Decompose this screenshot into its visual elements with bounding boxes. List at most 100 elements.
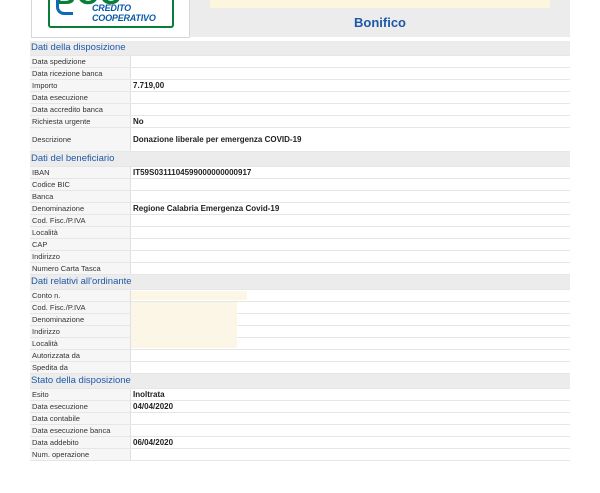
disposition-document: Dati della disposizione Data spedizione … — [30, 41, 570, 461]
field-label: Data esecuzione — [30, 92, 131, 103]
field-value: Donazione liberale per emergenza COVID-1… — [133, 135, 302, 144]
field-label: Data ricezione banca — [30, 68, 131, 79]
logo-mark-icon — [56, 0, 73, 15]
field-label: Data accredito banca — [30, 104, 131, 115]
section-title: Dati del beneficiario — [30, 152, 570, 167]
field-label: Richiesta urgente — [30, 116, 131, 127]
field-value — [131, 92, 570, 103]
field-value: 06/04/2020 — [133, 438, 174, 447]
table-row: Descrizione Donazione liberale per emerge… — [30, 128, 570, 152]
field-label: Indirizzo — [30, 251, 131, 262]
field-value — [131, 413, 570, 424]
table-row: IBAN IT59S0311104599000000000917 — [30, 167, 570, 179]
table-row: Importo 7.719,00 — [30, 80, 570, 92]
table-row: Autorizzata da — [30, 350, 570, 362]
section-title: Stato della disposizione — [30, 374, 570, 389]
field-value — [131, 104, 570, 115]
field-value — [131, 449, 570, 460]
table-row: Indirizzo — [30, 326, 570, 338]
field-label: Cod. Fisc./P.IVA — [30, 215, 131, 226]
field-value: Inoltrata — [133, 390, 165, 399]
table-row: Data addebito 06/04/2020 — [30, 437, 570, 449]
table-row: Località — [30, 227, 570, 239]
field-label: Località — [30, 338, 131, 349]
logo-frame: BCC CREDITO COOPERATIVO — [48, 0, 174, 28]
field-label: Numero Carta Tasca — [30, 263, 131, 274]
section-title: Dati relativi all'ordinante — [30, 275, 570, 290]
field-label: CAP — [30, 239, 131, 250]
field-label: Esito — [30, 389, 131, 400]
field-value — [131, 314, 570, 326]
page-header: Bonifico — [190, 0, 570, 37]
field-label: Data esecuzione — [30, 401, 131, 412]
redaction-mask — [131, 314, 237, 326]
table-row: Data ricezione banca — [30, 68, 570, 80]
field-value: No — [133, 117, 144, 126]
table-row: CAP — [30, 239, 570, 251]
field-value: Regione Calabria Emergenza Covid-19 — [133, 204, 280, 213]
field-value — [131, 362, 570, 373]
field-label: Cod. Fisc./P.IVA — [30, 302, 131, 313]
field-value — [131, 227, 570, 238]
field-value: 04/04/2020 — [133, 402, 174, 411]
field-label: Spedita da — [30, 362, 131, 373]
field-value — [131, 239, 570, 250]
table-row: Banca — [30, 191, 570, 203]
table-row: Cod. Fisc./P.IVA — [30, 215, 570, 227]
table-row: Data spedizione — [30, 56, 570, 68]
table-row: Data esecuzione — [30, 92, 570, 104]
page-title: Bonifico — [354, 15, 406, 30]
field-value — [131, 251, 570, 262]
field-label: Data addebito — [30, 437, 131, 448]
table-row: Conto n. — [30, 290, 570, 302]
field-label: Data esecuzione banca — [30, 425, 131, 436]
table-row: Spedita da — [30, 362, 570, 374]
table-row: Codice BIC — [30, 179, 570, 191]
table-row: Data esecuzione banca — [30, 425, 570, 437]
field-label: Autorizzata da — [30, 350, 131, 361]
field-value — [131, 290, 570, 301]
table-row: Data contabile — [30, 413, 570, 425]
redaction-mask — [131, 326, 237, 338]
field-value: 7.719,00 — [133, 81, 165, 90]
field-label: Denominazione — [30, 314, 131, 325]
redaction-mask — [131, 291, 247, 300]
header-redaction — [210, 0, 550, 8]
field-value — [131, 56, 570, 67]
table-row: Numero Carta Tasca — [30, 263, 570, 275]
table-row: Richiesta urgente No — [30, 116, 570, 128]
section-title: Dati della disposizione — [30, 41, 570, 56]
field-value — [131, 350, 570, 361]
field-value — [131, 191, 570, 202]
field-label: Data contabile — [30, 413, 131, 424]
field-value — [131, 263, 570, 274]
field-label: IBAN — [30, 167, 131, 178]
redaction-mask — [131, 338, 237, 348]
table-row: Num. operazione — [30, 449, 570, 461]
field-value — [131, 302, 570, 314]
field-label: Importo — [30, 80, 131, 91]
field-value — [131, 179, 570, 190]
field-label: Codice BIC — [30, 179, 131, 190]
field-value — [131, 425, 570, 436]
field-label: Num. operazione — [30, 449, 131, 460]
bcc-logo: BCC CREDITO COOPERATIVO — [31, 0, 190, 38]
field-label: Denominazione — [30, 203, 131, 214]
field-label: Descrizione — [30, 128, 131, 151]
logo-text: CREDITO COOPERATIVO — [92, 3, 156, 23]
field-label: Data spedizione — [30, 56, 131, 67]
table-row: Denominazione — [30, 314, 570, 326]
field-value — [131, 68, 570, 79]
field-value — [131, 338, 570, 349]
field-value — [131, 215, 570, 226]
table-row: Cod. Fisc./P.IVA — [30, 302, 570, 314]
field-label: Indirizzo — [30, 326, 131, 337]
table-row: Indirizzo — [30, 251, 570, 263]
field-value — [131, 326, 570, 338]
field-label: Conto n. — [30, 290, 131, 301]
field-label: Località — [30, 227, 131, 238]
table-row: Denominazione Regione Calabria Emergenza … — [30, 203, 570, 215]
field-value: IT59S0311104599000000000917 — [133, 168, 252, 177]
redaction-mask — [131, 302, 237, 314]
table-row: Esito Inoltrata — [30, 389, 570, 401]
